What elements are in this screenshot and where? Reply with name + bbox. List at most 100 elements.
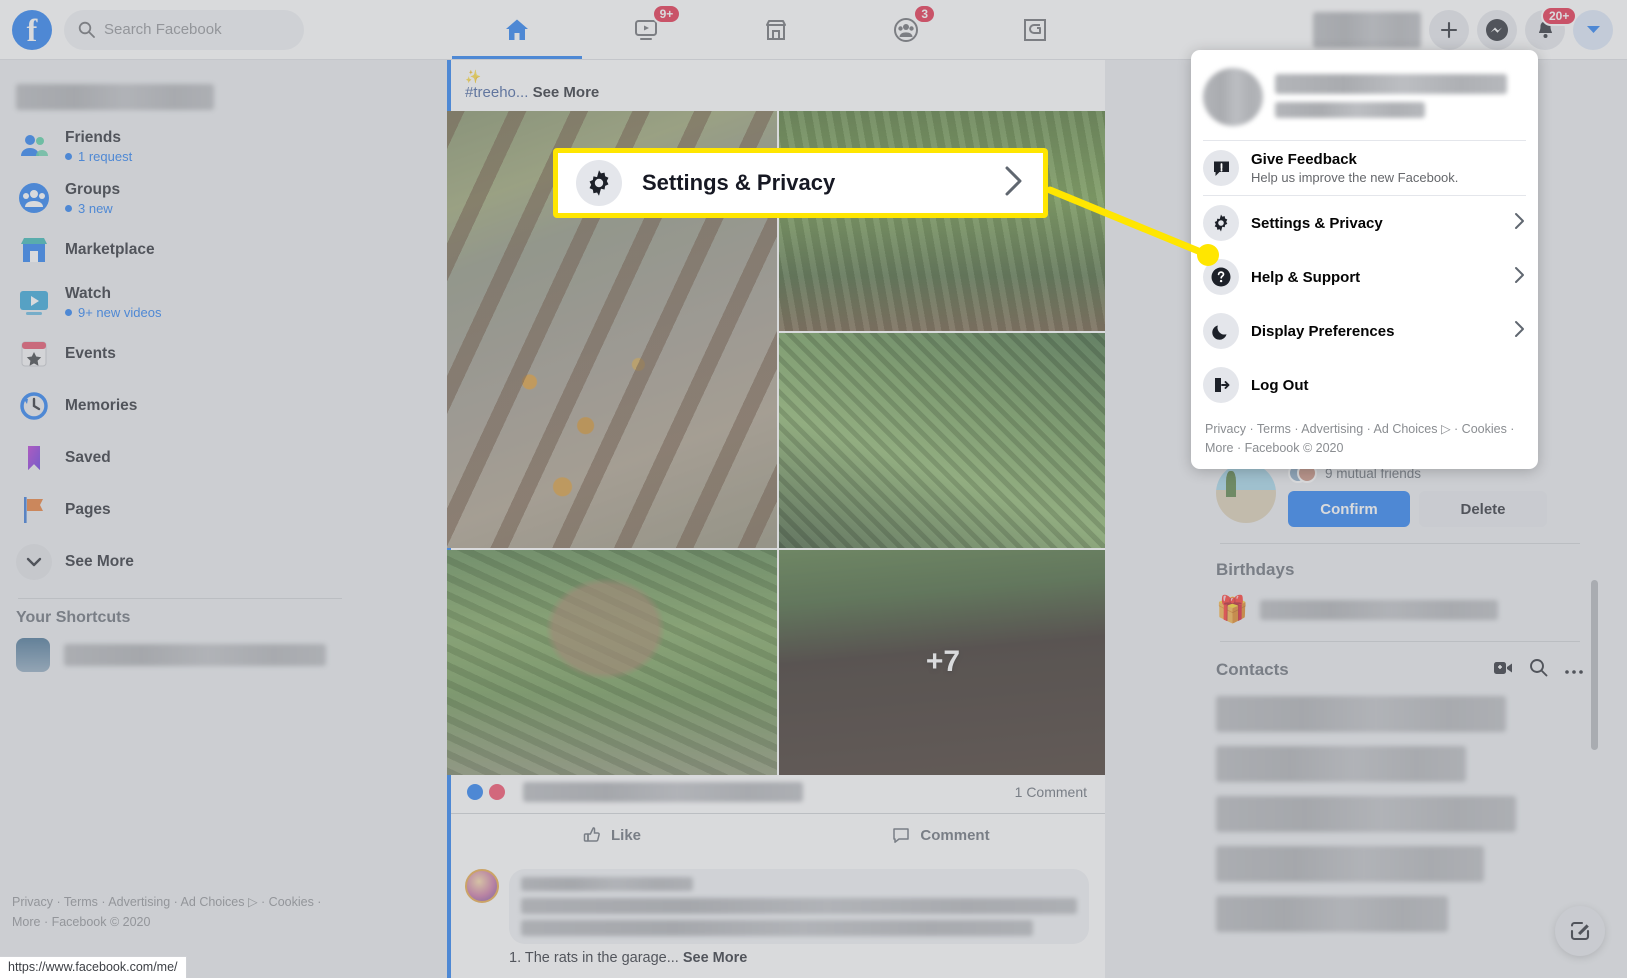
- sidebar-footer-links[interactable]: Privacy · Terms · Advertising · Ad Choic…: [12, 893, 342, 932]
- shortcut-label-blurred: [64, 644, 326, 666]
- comment-bubble: [509, 868, 1089, 944]
- compose-message-button[interactable]: [1555, 906, 1605, 956]
- facebook-logo-icon[interactable]: f: [12, 9, 52, 50]
- gaming-icon: [1024, 18, 1047, 41]
- comment-see-more[interactable]: See More: [683, 950, 747, 966]
- nav-tab-marketplace[interactable]: [711, 0, 841, 59]
- gift-icon: 🎁: [1216, 594, 1249, 624]
- question-icon: [1203, 259, 1239, 295]
- love-reaction-icon: [487, 781, 507, 802]
- profile-name-blurred: [16, 84, 214, 110]
- dropdown-footer-links[interactable]: Privacy · Terms · Advertising · Ad Choic…: [1191, 412, 1538, 463]
- gear-icon: [1203, 205, 1239, 241]
- post-see-more[interactable]: See More: [533, 84, 600, 101]
- chevron-down-icon: [1586, 26, 1600, 33]
- gear-icon: [576, 160, 622, 206]
- avatar-blurred: [1203, 68, 1263, 126]
- feedback-icon: [1203, 150, 1239, 186]
- confirm-button[interactable]: Confirm: [1288, 491, 1410, 527]
- search-bar[interactable]: Search Facebook: [64, 9, 304, 50]
- sidebar-item-events[interactable]: Events: [10, 328, 350, 380]
- messenger-button[interactable]: [1477, 9, 1517, 50]
- post-photo[interactable]: [447, 549, 777, 775]
- friend-request-body: 9 mutual friends Confirm Delete: [1288, 463, 1584, 527]
- dropdown-item-desc: Help us improve the new Facebook.: [1251, 170, 1459, 185]
- dropdown-item-help-support[interactable]: Help & Support: [1191, 250, 1538, 304]
- dropdown-item-give-feedback[interactable]: Give Feedback Help us improve the new Fa…: [1191, 141, 1538, 195]
- notifications-badge: 20+: [1541, 5, 1578, 26]
- avatar[interactable]: [465, 868, 499, 903]
- chevron-right-icon: [1513, 266, 1526, 289]
- comment-count[interactable]: 1 Comment: [1015, 784, 1087, 800]
- contact-item-blurred[interactable]: [1216, 746, 1466, 782]
- dropdown-item-log-out[interactable]: Log Out: [1191, 358, 1538, 412]
- dropdown-item-label: Log Out: [1251, 376, 1309, 394]
- sidebar-item-text: Friends 1 request: [65, 129, 132, 164]
- dropdown-item-settings-privacy[interactable]: Settings & Privacy: [1191, 196, 1538, 250]
- contact-item-blurred[interactable]: [1216, 846, 1484, 882]
- search-input[interactable]: Search Facebook: [104, 21, 222, 38]
- scrollbar-thumb[interactable]: [1591, 580, 1598, 750]
- photo-overflow-count: +7: [925, 645, 961, 678]
- sidebar-item-label: Groups: [65, 180, 121, 198]
- comment-body-blurred: [521, 919, 1033, 936]
- sidebar-item-pages[interactable]: Pages: [10, 484, 350, 536]
- sidebar-item-groups[interactable]: Groups 3 new: [10, 172, 350, 224]
- marketplace-icon: [16, 232, 52, 268]
- settings-privacy-callout[interactable]: Settings & Privacy: [553, 148, 1048, 218]
- friend-request-card: 9 mutual friends Confirm Delete: [1216, 463, 1584, 527]
- search-icon[interactable]: [1529, 658, 1548, 682]
- post-photo[interactable]: [779, 332, 1105, 548]
- like-button[interactable]: Like: [447, 825, 776, 845]
- dropdown-item-display-preferences[interactable]: Display Preferences: [1191, 304, 1538, 358]
- nav-tab-groups[interactable]: 3: [841, 0, 971, 59]
- more-options-icon[interactable]: [1564, 660, 1584, 680]
- comment-author-blurred: [521, 876, 693, 891]
- sidebar-item-friends[interactable]: Friends 1 request: [10, 120, 350, 172]
- rail-divider: [1220, 641, 1580, 642]
- nav-tab-gaming[interactable]: [970, 0, 1100, 59]
- nav-tab-watch[interactable]: 9+: [582, 0, 712, 59]
- sidebar-item-text: Groups 3 new: [65, 181, 120, 216]
- compose-icon: [1570, 921, 1590, 941]
- sidebar-item-watch[interactable]: Watch 9+ new videos: [10, 276, 350, 328]
- dropdown-item-label: Settings & Privacy: [1251, 214, 1383, 232]
- contact-item-blurred[interactable]: [1216, 696, 1506, 732]
- contact-item-blurred[interactable]: [1216, 796, 1516, 832]
- post-photo-overflow[interactable]: +7: [779, 549, 1105, 775]
- profile-name-blurred[interactable]: [1313, 11, 1421, 48]
- account-menu-button[interactable]: [1573, 9, 1613, 50]
- birthday-item[interactable]: 🎁: [1216, 594, 1584, 625]
- notifications-button[interactable]: 20+: [1525, 5, 1578, 50]
- dropdown-profile-row[interactable]: [1191, 58, 1538, 140]
- contacts-list: [1216, 696, 1584, 932]
- sidebar-profile[interactable]: [10, 74, 350, 120]
- left-sidebar: Friends 1 request Groups 3 new Marketpla…: [0, 60, 360, 978]
- logout-icon: [1203, 367, 1239, 403]
- post-hashtag[interactable]: #treeho...: [465, 84, 528, 101]
- sidebar-item-badge: 1 request: [65, 149, 132, 164]
- chevron-right-icon: [1513, 212, 1526, 235]
- sidebar-item-marketplace[interactable]: Marketplace: [10, 224, 350, 276]
- delete-button[interactable]: Delete: [1419, 491, 1547, 527]
- sidebar-item-memories[interactable]: Memories: [10, 380, 350, 432]
- marketplace-icon: [765, 19, 786, 40]
- shortcut-item[interactable]: [10, 633, 350, 677]
- avatar[interactable]: [1216, 463, 1276, 523]
- sidebar-item-label: Saved: [65, 449, 111, 466]
- sidebar-item-see-more[interactable]: See More: [10, 536, 350, 588]
- sidebar-item-badge: 3 new: [65, 201, 120, 216]
- sidebar-item-label: Friends: [65, 128, 121, 146]
- sidebar-item-saved[interactable]: Saved: [10, 432, 350, 484]
- reactors-names-blurred: [523, 781, 803, 802]
- contacts-actions: [1493, 658, 1584, 682]
- video-room-icon[interactable]: [1493, 659, 1513, 682]
- chevron-right-icon: [1513, 320, 1526, 343]
- create-button[interactable]: [1429, 9, 1469, 50]
- sidebar-item-badge: 9+ new videos: [65, 305, 161, 320]
- comment-button[interactable]: Comment: [776, 825, 1105, 845]
- contact-item-blurred[interactable]: [1216, 896, 1448, 932]
- nav-tab-home[interactable]: [452, 0, 582, 59]
- profile-name-blurred: [1275, 74, 1507, 94]
- post-photo[interactable]: [779, 110, 1105, 331]
